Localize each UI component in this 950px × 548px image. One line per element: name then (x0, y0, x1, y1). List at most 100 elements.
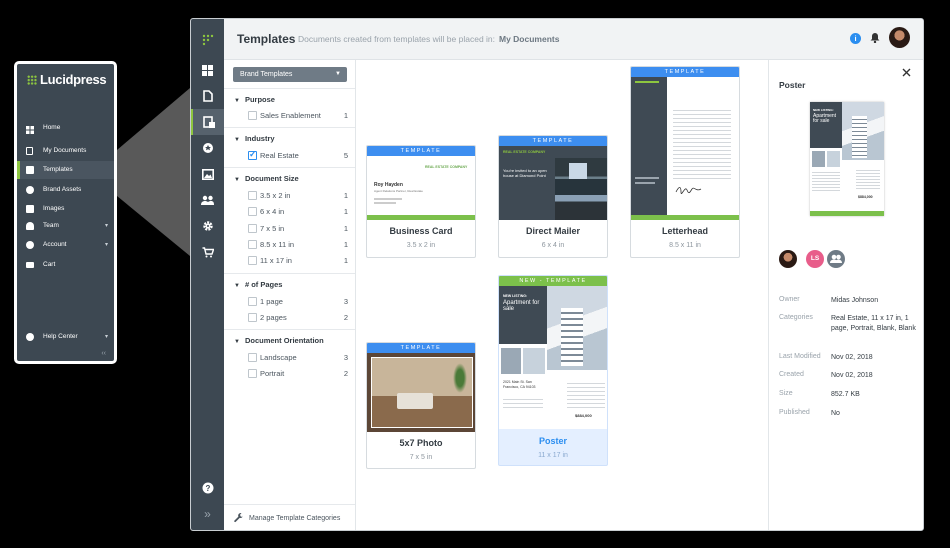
templates-icon (26, 166, 34, 174)
user-avatar[interactable] (889, 27, 910, 48)
group-icon[interactable] (827, 250, 845, 268)
thumb-plant (453, 363, 467, 393)
checkbox[interactable] (248, 111, 257, 120)
filter-option[interactable]: 2 pages 2 (248, 312, 348, 324)
preview-green-bar (810, 211, 884, 216)
thumb-line (635, 81, 659, 83)
filter-section-industry: ▼Industry Real Estate5 (224, 127, 355, 167)
published-label: Published (779, 409, 810, 416)
filter-section-document-size: ▼ Document Size 3.5 x 2 in 1 6 x 4 in 1 7 x… (224, 167, 355, 273)
categories-label: Categories (779, 314, 813, 321)
nav-cart[interactable] (191, 239, 224, 265)
template-card-business-card[interactable]: TEMPLATE REAL ESTATE COMPANY Roy Hayden … (366, 145, 476, 258)
callout-item-templates[interactable]: Templates (17, 161, 114, 179)
checkbox[interactable] (248, 369, 257, 378)
template-card-poster[interactable]: NEW - TEMPLATE NEW LISTING: Apartment fo… (498, 275, 608, 466)
logo-icon[interactable] (191, 27, 224, 53)
template-badge: NEW - TEMPLATE (499, 276, 607, 286)
template-name: Direct Mailer (525, 226, 581, 236)
nav-home[interactable] (191, 57, 224, 83)
checkbox[interactable] (248, 256, 257, 265)
page-title: Templates (237, 32, 296, 46)
thumb-price: $884,000 (575, 413, 592, 418)
thumb-window (569, 163, 587, 179)
nav-templates[interactable] (191, 109, 224, 135)
template-badge: TEMPLATE (631, 67, 739, 77)
filter-option[interactable]: Real Estate5 (248, 149, 348, 162)
thumb-address: 2021 Main St. San Francisco, CA 94103 (503, 380, 536, 389)
callout-item-images[interactable]: Images (17, 200, 114, 218)
owner-value: Midas Johnson (831, 297, 879, 304)
info-icon[interactable]: i (850, 33, 861, 44)
filter-option[interactable]: Sales Enablement 1 (248, 110, 348, 122)
brand-templates-dropdown[interactable]: Brand Templates ▼ (233, 67, 347, 82)
filter-option[interactable]: Landscape 3 (248, 352, 348, 364)
filter-heading[interactable]: ▼ Purpose (234, 95, 275, 104)
template-card-letterhead[interactable]: TEMPLATE Letterhead 8.5 x 11 in (630, 66, 740, 258)
close-icon[interactable] (902, 66, 911, 80)
templates-icon (202, 116, 215, 128)
wrench-icon (234, 513, 244, 525)
preview-price: $884,000 (858, 195, 873, 199)
filter-option[interactable]: 7 x 5 in 1 (248, 223, 348, 235)
callout-item-help-center[interactable]: Help Center ▾ (17, 328, 114, 346)
bell-icon[interactable] (870, 32, 880, 46)
checkbox[interactable] (248, 297, 257, 306)
callout-item-brand-assets[interactable]: Brand Assets (17, 181, 114, 199)
checkbox[interactable] (248, 207, 257, 216)
callout-item-account[interactable]: Account ▾ (17, 236, 114, 254)
preview-headline: Apartment for sale (813, 113, 837, 124)
template-card-5x7-photo[interactable]: TEMPLATE 5x7 Photo 7 x 5 in (366, 342, 476, 469)
callout-item-my-documents[interactable]: My Documents (17, 142, 114, 160)
share-avatar-ls[interactable]: LS (806, 250, 824, 268)
nav-my-documents[interactable] (191, 83, 224, 109)
letterhead-thumbnail (631, 77, 739, 220)
gear-icon (26, 241, 34, 249)
manage-template-categories[interactable]: Manage Template Categories (224, 504, 355, 530)
filter-heading[interactable]: ▼ Document Orientation (234, 336, 324, 345)
checkbox[interactable] (248, 224, 257, 233)
callout-item-cart[interactable]: Cart (17, 256, 114, 274)
filter-option[interactable]: 8.5 x 11 in 1 (248, 239, 348, 251)
checkbox[interactable] (248, 353, 257, 362)
filter-option[interactable]: 3.5 x 2 in 1 (248, 190, 348, 202)
filter-option[interactable]: 1 page 3 (248, 296, 348, 308)
nav-team[interactable] (191, 187, 224, 213)
thumb-building-windows (561, 308, 583, 366)
filter-option[interactable]: 11 x 17 in 1 (248, 255, 348, 267)
callout-item-home[interactable]: Home (17, 119, 114, 137)
share-avatar-owner[interactable] (779, 250, 797, 268)
collapse-icon[interactable]: ‹‹ (101, 350, 106, 357)
header-bar: Templates Documents created from templat… (224, 19, 923, 60)
expand-icon[interactable]: » (191, 501, 224, 527)
filter-section-pages: ▼ # of Pages 1 page 3 2 pages 2 (224, 273, 355, 329)
template-name: Letterhead (661, 226, 708, 236)
destination-folder-link[interactable]: My Documents (499, 34, 559, 44)
filter-heading[interactable]: ▼ Document Size (234, 174, 299, 183)
template-badge: TEMPLATE (367, 343, 475, 353)
thumb-person: Roy Hayden (374, 182, 403, 188)
callout-item-team[interactable]: Team ▾ (17, 217, 114, 235)
nav-brand-assets[interactable] (191, 135, 224, 161)
filter-heading[interactable]: ▼ # of Pages (234, 280, 282, 289)
nav-images[interactable] (191, 161, 224, 187)
filter-option[interactable]: Portrait 2 (248, 368, 348, 380)
checkbox[interactable] (248, 191, 257, 200)
brand-icon (26, 186, 34, 194)
template-badge: TEMPLATE (367, 146, 475, 156)
nav-help[interactable]: ? (191, 475, 224, 501)
checkbox-checked[interactable] (248, 149, 257, 160)
template-badge: TEMPLATE (499, 136, 607, 146)
filter-heading[interactable]: ▼ Industry (234, 134, 275, 143)
created-value: Nov 02, 2018 (831, 372, 873, 379)
checkbox[interactable] (248, 313, 257, 322)
nav-account[interactable] (191, 213, 224, 239)
thumb-small-photo (523, 348, 545, 374)
details-poster-preview: NEW LISTING: Apartment for sale $884,000 (810, 102, 884, 216)
checkbox[interactable] (248, 240, 257, 249)
published-value: No (831, 410, 840, 417)
template-card-direct-mailer[interactable]: TEMPLATE REAL ESTATE COMPANY You're invi… (498, 135, 608, 258)
filter-option[interactable]: 6 x 4 in 1 (248, 206, 348, 218)
preview-table (856, 168, 880, 190)
collapse-triangle-icon: ▼ (234, 137, 240, 143)
